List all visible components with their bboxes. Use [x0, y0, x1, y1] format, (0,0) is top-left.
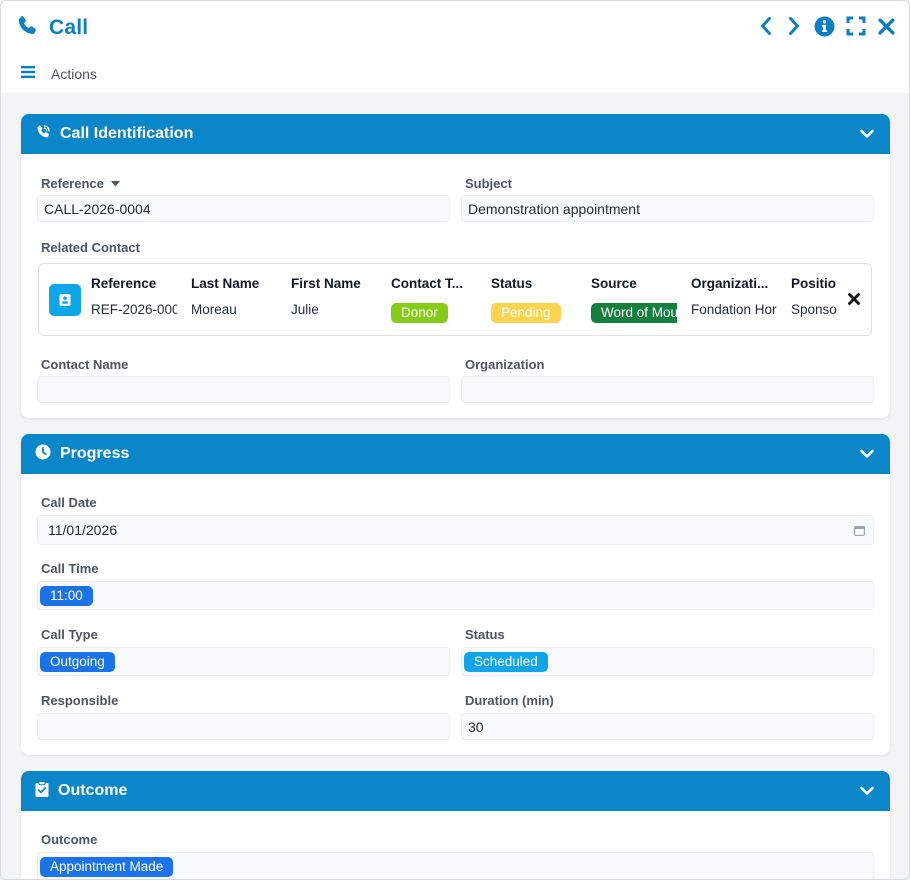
related-col-position: Positio Sponsor — [791, 276, 837, 322]
caret-down-icon[interactable] — [110, 180, 120, 187]
related-col-source: Source Word of Mouth — [591, 276, 677, 323]
reference-label: Reference — [41, 176, 120, 191]
duration-label: Duration (min) — [465, 693, 554, 708]
clock-icon — [35, 444, 51, 465]
related-col-status: Status Pending — [491, 276, 577, 323]
section-header-progress[interactable]: Progress — [21, 434, 890, 474]
chevron-down-icon[interactable] — [858, 782, 876, 800]
related-col-organization: Organizati... Fondation Horizon — [691, 276, 777, 322]
related-organization: Fondation Horizon — [691, 302, 777, 317]
actions-menu[interactable]: Actions — [21, 65, 97, 83]
column-header: First Name — [291, 276, 361, 291]
status-field[interactable]: Scheduled — [461, 647, 874, 676]
remove-contact-icon[interactable] — [845, 290, 863, 308]
related-col-first-name: First Name Julie — [291, 276, 377, 322]
related-reference: REF-2026-0004 — [91, 302, 177, 317]
call-time-chip: 11:00 — [40, 585, 93, 606]
window-controls — [757, 15, 895, 37]
call-type-chip: Outgoing — [40, 651, 115, 672]
section-title: Outcome — [58, 782, 128, 799]
related-first-name: Julie — [291, 302, 319, 317]
contact-card-icon — [49, 284, 81, 316]
source-badge: Word of Mouth — [591, 303, 677, 323]
duration-field[interactable]: 30 — [461, 713, 874, 740]
column-header: Source — [591, 276, 637, 291]
clipboard-check-icon — [35, 780, 49, 802]
related-position: Sponsor — [791, 302, 837, 317]
responsible-field[interactable] — [37, 713, 450, 740]
outcome-label: Outcome — [41, 832, 98, 847]
column-header: Reference — [91, 276, 157, 291]
outcome-field[interactable]: Appointment Made — [37, 852, 874, 879]
related-contact-label: Related Contact — [41, 240, 140, 255]
organization-label: Organization — [465, 357, 545, 372]
fullscreen-icon[interactable] — [845, 15, 867, 37]
call-type-label: Call Type — [41, 627, 98, 642]
phone-call-icon — [35, 124, 51, 145]
section-outcome: Outcome Outcome Appointment Made — [21, 771, 890, 879]
organization-field[interactable] — [461, 376, 874, 403]
call-date-value: 11/01/2026 — [48, 522, 118, 538]
section-progress: Progress Call Date 11/01/2026 Call Time … — [21, 434, 890, 755]
chevron-down-icon[interactable] — [858, 125, 876, 143]
chevron-down-icon[interactable] — [858, 445, 876, 463]
calendar-icon[interactable] — [854, 525, 865, 536]
call-date-label: Call Date — [41, 495, 97, 510]
title-row: Call — [15, 13, 88, 43]
section-header-outcome[interactable]: Outcome — [21, 771, 890, 811]
status-label: Status — [465, 627, 505, 642]
section-header-call-identification[interactable]: Call Identification — [21, 114, 890, 154]
responsible-label: Responsible — [41, 693, 119, 708]
phone-icon — [15, 14, 39, 43]
section-call-identification: Call Identification Reference CALL-2026-… — [21, 114, 890, 418]
column-header: Organizati... — [691, 276, 769, 291]
chevron-right-icon[interactable] — [785, 15, 803, 37]
column-header: Contact T... — [391, 276, 464, 291]
reference-field[interactable]: CALL-2026-0004 — [37, 195, 450, 222]
subject-label: Subject — [465, 176, 512, 191]
status-chip: Scheduled — [464, 651, 548, 672]
call-dialog: Call Actions Call Identification Referen… — [0, 0, 910, 880]
related-col-reference: Reference REF-2026-0004 — [91, 276, 177, 322]
dialog-header: Call Actions — [1, 1, 909, 93]
related-col-contact-type: Contact T... Donor — [391, 276, 477, 323]
related-col-last-name: Last Name Moreau — [191, 276, 277, 322]
info-icon[interactable] — [813, 15, 835, 37]
related-contact-card[interactable]: Reference REF-2026-0004 Last Name Moreau… — [38, 263, 872, 336]
hamburger-menu-icon — [21, 65, 35, 83]
related-last-name: Moreau — [191, 302, 237, 317]
status-badge: Pending — [491, 303, 561, 323]
close-icon[interactable] — [877, 15, 895, 37]
outcome-chip: Appointment Made — [40, 856, 174, 877]
contact-name-field[interactable] — [37, 376, 450, 403]
column-header: Status — [491, 276, 533, 291]
dialog-title: Call — [49, 16, 89, 39]
subject-field[interactable]: Demonstration appointment — [461, 195, 874, 222]
contact-name-label: Contact Name — [41, 357, 129, 372]
call-type-field[interactable]: Outgoing — [37, 647, 450, 676]
contact-type-badge: Donor — [391, 303, 448, 323]
section-title: Call Identification — [60, 125, 194, 142]
section-title: Progress — [60, 445, 130, 462]
column-header: Last Name — [191, 276, 260, 291]
call-date-field[interactable]: 11/01/2026 — [37, 515, 874, 545]
call-time-label: Call Time — [41, 561, 99, 576]
actions-label: Actions — [51, 66, 97, 82]
column-header: Positio — [791, 276, 837, 291]
chevron-left-icon[interactable] — [757, 15, 775, 37]
call-time-field[interactable]: 11:00 — [37, 581, 874, 610]
